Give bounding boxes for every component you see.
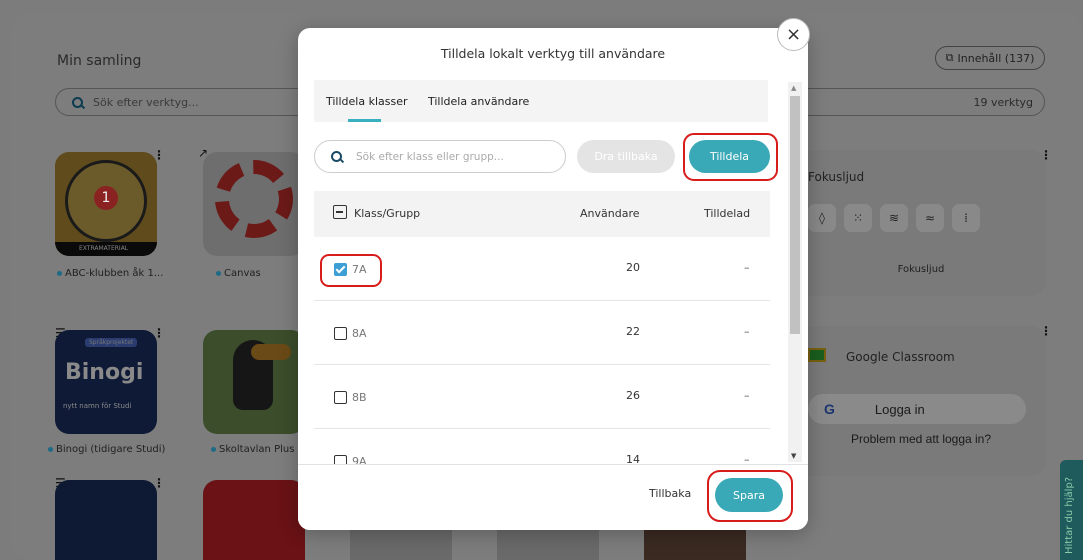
- active-tab-indicator: [348, 119, 381, 122]
- collection-title: Min samling: [57, 53, 142, 69]
- content-icon: ⧉: [945, 51, 954, 64]
- user-count: 26: [626, 389, 640, 402]
- class-search-field[interactable]: [314, 140, 566, 173]
- modal-title: Tilldela lokalt verktyg till användare: [440, 46, 666, 61]
- binogi-sub: nytt namn för Studi: [63, 402, 132, 410]
- scroll-up-icon[interactable]: ▲: [791, 84, 796, 92]
- binogi-tag: Språkprojektet: [85, 338, 138, 347]
- table-row[interactable]: 8B 26 –: [314, 365, 770, 429]
- kebab-icon[interactable]: ⋮: [153, 148, 165, 162]
- tool-tile-abc[interactable]: 1 EXTRAMATERIAL: [55, 152, 157, 256]
- row-checkbox[interactable]: [334, 263, 347, 276]
- search-icon: [331, 151, 342, 162]
- assigned-value: –: [744, 325, 750, 338]
- column-users: Användare: [580, 207, 640, 220]
- scroll-thumb[interactable]: [790, 96, 800, 334]
- google-login-button[interactable]: G Logga in: [808, 394, 1026, 424]
- kebab-icon[interactable]: ⋮: [1040, 148, 1052, 162]
- assign-button[interactable]: Tilldela: [689, 140, 770, 173]
- extramaterial-badge: EXTRAMATERIAL: [55, 242, 157, 256]
- column-assigned: Tilldelad: [704, 207, 751, 220]
- content-button[interactable]: ⧉ Innehåll (137): [935, 46, 1045, 70]
- drop-icon[interactable]: ◊: [808, 204, 836, 232]
- tool-tile-skoltavlan[interactable]: [203, 330, 305, 434]
- tile-label: Binogi (tidigare Studi): [48, 444, 165, 455]
- group-name: 8A: [352, 327, 367, 340]
- google-classroom-widget: Google Classroom G Logga in Problem med a…: [796, 326, 1046, 476]
- grid-icon[interactable]: ⁞: [952, 204, 980, 232]
- tool-tile-binogi[interactable]: Språkprojektet Binogi nytt namn för Stud…: [55, 330, 157, 434]
- user-count: 22: [626, 325, 640, 338]
- tab-assign-users[interactable]: Tilldela användare: [428, 95, 529, 108]
- drag-back-button[interactable]: Dra tillbaka: [577, 140, 675, 173]
- classroom-title: Google Classroom: [846, 350, 955, 364]
- modal-scrollbar[interactable]: ▲ ▼: [788, 82, 802, 462]
- class-search-input[interactable]: [356, 150, 546, 163]
- fokusljud-widget[interactable]: Fokusljud ◊ ⁙ ≋ ≈ ⁞ Fokusljud: [796, 150, 1046, 296]
- group-name: 7A: [352, 263, 367, 276]
- tool-tile[interactable]: [55, 480, 157, 560]
- row-checkbox[interactable]: [334, 327, 347, 340]
- waves-icon[interactable]: ≈: [916, 204, 944, 232]
- table-row[interactable]: 7A 20 –: [314, 237, 770, 301]
- tile-label: ABC-klubben åk 1...: [57, 268, 163, 279]
- back-button[interactable]: Tillbaka: [649, 487, 691, 500]
- tool-count: 19 verktyg: [973, 96, 1033, 109]
- scroll-down-icon[interactable]: ▼: [791, 452, 796, 460]
- assigned-value: –: [744, 261, 750, 274]
- binogi-logo: Binogi: [65, 360, 144, 385]
- abc-one: 1: [94, 186, 118, 210]
- save-button[interactable]: Spara: [715, 478, 783, 512]
- close-icon: ×: [785, 24, 802, 45]
- classroom-icon: [808, 348, 826, 362]
- kebab-icon[interactable]: ⋮: [1040, 324, 1052, 338]
- table-header: Klass/Grupp Användare Tilldelad: [314, 191, 770, 237]
- column-group: Klass/Grupp: [354, 207, 421, 220]
- select-all-checkbox[interactable]: [333, 205, 347, 219]
- assigned-value: –: [744, 389, 750, 402]
- scatter-icon[interactable]: ⁙: [844, 204, 872, 232]
- login-help-link[interactable]: Problem med att logga in?: [796, 432, 1046, 446]
- google-icon: G: [824, 401, 835, 417]
- row-checkbox[interactable]: [334, 391, 347, 404]
- wind-icon[interactable]: ≋: [880, 204, 908, 232]
- tile-label: Canvas: [216, 268, 261, 279]
- tab-bar: Tilldela klasser Tilldela användare: [314, 80, 768, 122]
- tab-assign-classes[interactable]: Tilldela klasser: [326, 95, 408, 108]
- tile-label: Skoltavlan Plus: [211, 444, 294, 455]
- help-side-tab[interactable]: Hittar du hjälp?: [1060, 460, 1083, 560]
- user-count: 20: [626, 261, 640, 274]
- fokus-title: Fokusljud: [808, 170, 865, 184]
- canvas-logo: [215, 160, 293, 238]
- fokus-sound-icons: ◊ ⁙ ≋ ≈ ⁞: [808, 204, 980, 232]
- tool-tile-canvas[interactable]: [203, 152, 305, 256]
- table-row[interactable]: 8A 22 –: [314, 301, 770, 365]
- group-name: 8B: [352, 391, 367, 404]
- fokus-label: Fokusljud: [897, 264, 945, 275]
- close-button[interactable]: ×: [777, 18, 810, 51]
- tool-tile[interactable]: [203, 480, 305, 560]
- search-icon: [72, 96, 83, 108]
